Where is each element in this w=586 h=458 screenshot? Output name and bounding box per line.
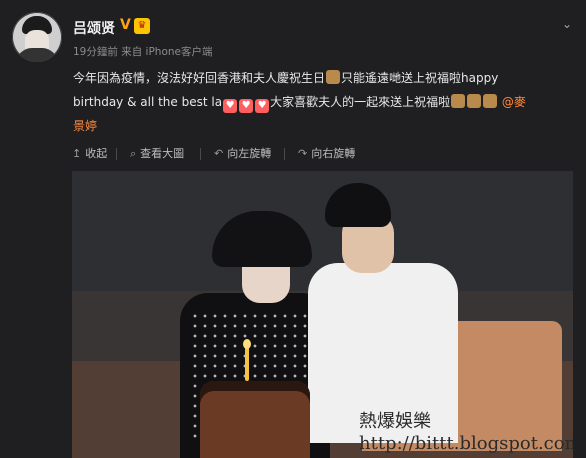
candle — [245, 347, 249, 381]
watermark: 熱爆娛樂 http://bittt.blogspot.com — [359, 407, 573, 458]
watermark-url: http://bittt.blogspot.com — [359, 433, 573, 454]
avatar[interactable] — [12, 12, 62, 62]
view-large-label: 查看大圖 — [140, 147, 185, 160]
mention-link-continued[interactable]: 景婷 — [73, 119, 97, 133]
divider — [116, 148, 117, 160]
username[interactable]: 吕颂贤 — [73, 18, 115, 38]
weibo-post: 吕颂贤 V ♛ 19分鐘前 来自 iPhone客户端 ⌄ 今年因為疫情，沒法好好… — [0, 0, 586, 458]
avatar-shirt — [16, 48, 58, 62]
post-text-line2a: birthday & all the best la — [73, 95, 223, 109]
rotate-left-icon: ↶ — [214, 147, 224, 160]
chevron-down-icon[interactable]: ⌄ — [562, 17, 572, 31]
zoom-icon: ⌕ — [130, 147, 137, 160]
cake-emoji-icon — [467, 94, 482, 108]
cake-emoji-icon — [483, 94, 498, 108]
verified-badge-icon: V — [120, 17, 131, 33]
mention-link[interactable]: @麥 — [502, 95, 526, 109]
heart-emoji-icon: ♥ — [239, 99, 254, 113]
rotate-right-button[interactable]: ↷ 向右旋轉 — [298, 145, 355, 163]
candle-flame — [243, 339, 251, 349]
heart-emoji-icon: ♥ — [255, 99, 270, 113]
arrow-up-icon: ↥ — [72, 147, 82, 160]
divider — [284, 148, 285, 160]
watermark-title: 熱爆娛樂 — [359, 411, 431, 432]
collapse-label: 收起 — [85, 147, 108, 160]
rotate-right-label: 向右旋轉 — [311, 147, 356, 160]
rotate-right-icon: ↷ — [298, 147, 308, 160]
post-text: 今年因為疫情，沒法好好回香港和夫人慶祝生日 只能遙遠哋送上祝福啦happy bir… — [73, 66, 573, 138]
birthday-cake — [200, 381, 310, 458]
collapse-button[interactable]: ↥ 收起 — [72, 145, 107, 163]
post-text-line2b: 大家喜歡夫人的一起來送上祝福啦 — [270, 95, 451, 109]
cake-emoji-icon — [326, 70, 341, 84]
image-actions: ↥ 收起 ⌕ 查看大圖 ↶ 向左旋轉 ↷ 向右旋轉 — [72, 145, 502, 163]
cake-emoji-icon — [451, 94, 466, 108]
view-large-button[interactable]: ⌕ 查看大圖 — [130, 145, 184, 163]
rotate-left-label: 向左旋轉 — [227, 147, 272, 160]
rotate-left-button[interactable]: ↶ 向左旋轉 — [214, 145, 271, 163]
post-meta: 19分鐘前 来自 iPhone客户端 — [73, 46, 213, 58]
post-text-line1b: 只能遙遠哋送上祝福啦happy — [341, 71, 499, 85]
divider — [200, 148, 201, 160]
post-photo[interactable]: 熱爆娛樂 http://bittt.blogspot.com — [72, 171, 573, 458]
crown-badge-icon: ♛ — [134, 18, 150, 34]
post-text-line1: 今年因為疫情，沒法好好回香港和夫人慶祝生日 — [73, 71, 326, 85]
heart-emoji-icon: ♥ — [223, 99, 238, 113]
